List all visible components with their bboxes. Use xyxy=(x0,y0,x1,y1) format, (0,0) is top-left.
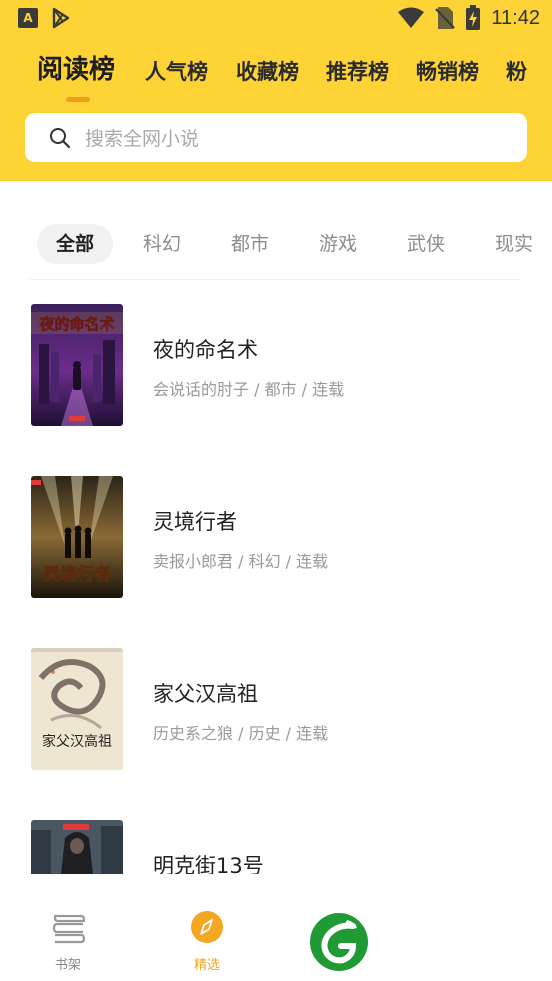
book-meta: 卖报小郎君 / 科幻 / 连载 xyxy=(153,552,329,571)
category-game[interactable]: 游戏 xyxy=(319,224,357,264)
book-item[interactable]: 家父汉高祖 家父汉高祖 历史系之狼 / 历史 / 连载 xyxy=(31,648,531,770)
book-cover: 家父汉高祖 xyxy=(31,648,123,770)
no-sim-icon xyxy=(435,7,456,29)
battery-charging-icon xyxy=(466,5,481,30)
book-item[interactable]: 夜的命名术 夜的命名术 会说话的肘子 / 都市 / 连载 xyxy=(31,304,531,426)
active-tab-indicator xyxy=(66,97,90,102)
book-meta: 会说话的肘子 / 都市 / 连载 xyxy=(153,380,345,399)
header: A 11:42 阅读榜 人气榜 收藏榜 推荐榜 畅销榜 粉 搜索全网小说 xyxy=(0,0,552,181)
nav-featured[interactable]: 精选 xyxy=(167,874,247,974)
bottom-navigation: 书架 精选 xyxy=(0,874,552,981)
book-title[interactable]: 灵境行者 xyxy=(153,506,237,536)
category-all[interactable]: 全部 xyxy=(37,224,113,264)
category-scifi[interactable]: 科幻 xyxy=(143,224,181,264)
category-urban[interactable]: 都市 xyxy=(231,224,269,264)
book-cover: 灵境行者 xyxy=(31,476,123,598)
status-bar: A 11:42 xyxy=(0,0,552,36)
bookshelf-icon xyxy=(52,914,86,944)
tab-popularity[interactable]: 人气榜 xyxy=(145,52,208,92)
play-store-icon xyxy=(52,7,70,29)
nav-app-logo[interactable] xyxy=(300,874,380,974)
book-title[interactable]: 夜的命名术 xyxy=(153,334,258,364)
wifi-icon xyxy=(398,7,425,28)
book-title[interactable]: 家父汉高祖 xyxy=(153,678,258,708)
tab-recommended[interactable]: 推荐榜 xyxy=(326,52,389,92)
app-logo-icon xyxy=(310,913,368,971)
compass-icon xyxy=(191,911,223,943)
category-realistic[interactable]: 现实 xyxy=(495,224,533,264)
nav-bookshelf[interactable]: 书架 xyxy=(28,874,108,974)
store-notification-icon: A xyxy=(18,8,38,28)
book-item[interactable]: 灵境行者 灵境行者 卖报小郎君 / 科幻 / 连载 xyxy=(31,476,531,598)
cover-title-text: 家父汉高祖 xyxy=(42,733,112,750)
cover-title-text: 灵境行者 xyxy=(43,564,111,585)
nav-featured-label: 精选 xyxy=(193,958,220,973)
book-cover: 夜的命名术 xyxy=(31,304,123,426)
search-icon xyxy=(50,127,71,148)
cover-title-text: 夜的命名术 xyxy=(38,315,114,333)
book-meta: 历史系之狼 / 历史 / 连载 xyxy=(153,724,329,743)
tab-reading[interactable]: 阅读榜 xyxy=(37,50,115,90)
category-filter: 全部 科幻 都市 游戏 武侠 现实 xyxy=(0,224,552,266)
search-placeholder: 搜索全网小说 xyxy=(85,128,200,150)
app-screen: A 11:42 阅读榜 人气榜 收藏榜 推荐榜 畅销榜 粉 搜索全网小说 全部 … xyxy=(0,0,552,981)
tab-fans[interactable]: 粉 xyxy=(506,52,527,92)
tab-favorites[interactable]: 收藏榜 xyxy=(236,52,299,92)
tab-bestseller[interactable]: 畅销榜 xyxy=(416,52,479,92)
clock: 11:42 xyxy=(491,6,540,29)
search-bar[interactable]: 搜索全网小说 xyxy=(25,113,527,162)
category-wuxia[interactable]: 武侠 xyxy=(407,224,445,264)
category-divider xyxy=(30,279,520,280)
nav-bookshelf-label: 书架 xyxy=(54,958,81,973)
